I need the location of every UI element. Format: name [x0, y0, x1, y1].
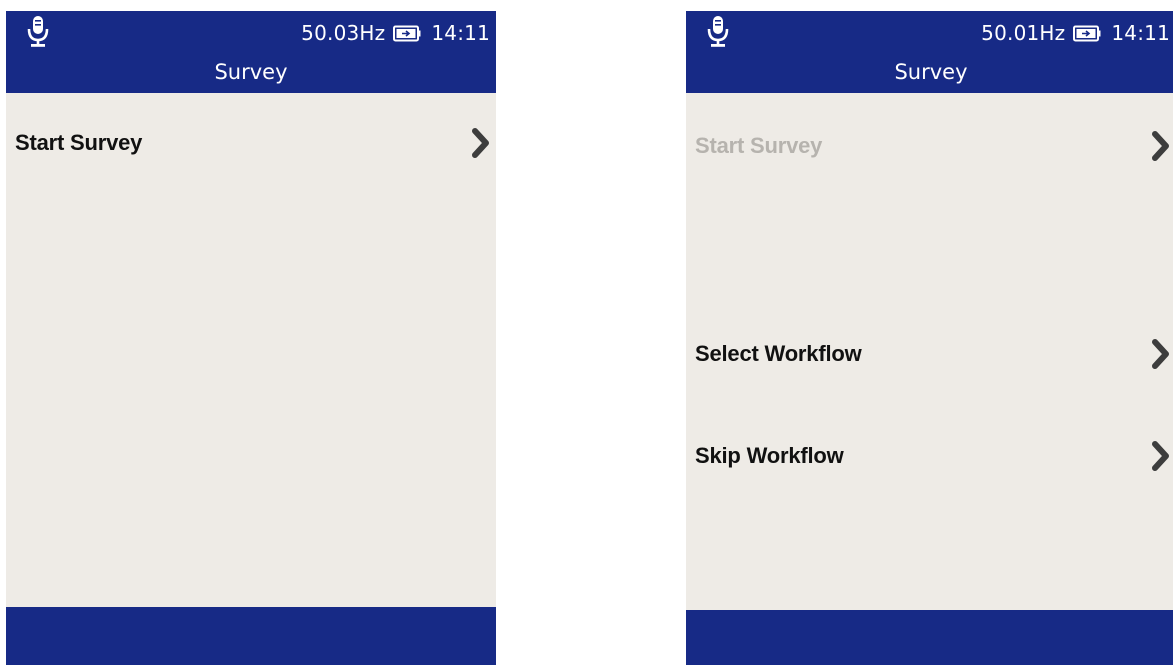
clock: 14:11: [1111, 21, 1170, 45]
menu-item-label: Start Survey: [695, 133, 823, 158]
footer-bar: [6, 607, 496, 665]
footer-bar: [686, 610, 1173, 665]
frequency-readout: 50.03Hz: [301, 21, 386, 45]
menu-item-start-survey: Start Survey: [686, 114, 1173, 178]
device-screen-right: 50.01Hz 14:11 Survey Start Survey Select…: [686, 11, 1173, 665]
device-screen-left: 50.03Hz 14:11 Survey Start Survey: [6, 11, 496, 665]
menu-item-skip-workflow[interactable]: Skip Workflow: [686, 424, 1173, 488]
clock: 14:11: [431, 21, 490, 45]
battery-charging-icon: [393, 25, 421, 41]
header-bar: 50.03Hz 14:11 Survey: [6, 11, 496, 93]
menu-item-label: Skip Workflow: [695, 443, 844, 468]
chevron-right-icon: [1152, 131, 1169, 161]
status-bar: 50.03Hz 14:11: [301, 17, 490, 49]
header-bar: 50.01Hz 14:11 Survey: [686, 11, 1173, 93]
chevron-right-icon: [1152, 339, 1169, 369]
chevron-right-icon: [472, 128, 489, 158]
frequency-readout: 50.01Hz: [981, 21, 1066, 45]
page-title: Survey: [894, 60, 968, 84]
menu-item-label: Select Workflow: [695, 341, 862, 366]
chevron-right-icon: [1152, 441, 1169, 471]
microphone-icon: [27, 16, 49, 47]
menu-item-start-survey[interactable]: Start Survey: [6, 111, 496, 175]
status-bar: 50.01Hz 14:11: [981, 17, 1170, 49]
menu-item-select-workflow[interactable]: Select Workflow: [686, 322, 1173, 386]
microphone-icon: [707, 16, 729, 47]
page-title: Survey: [214, 60, 288, 84]
battery-charging-icon: [1073, 25, 1101, 41]
menu-item-label: Start Survey: [15, 130, 143, 155]
